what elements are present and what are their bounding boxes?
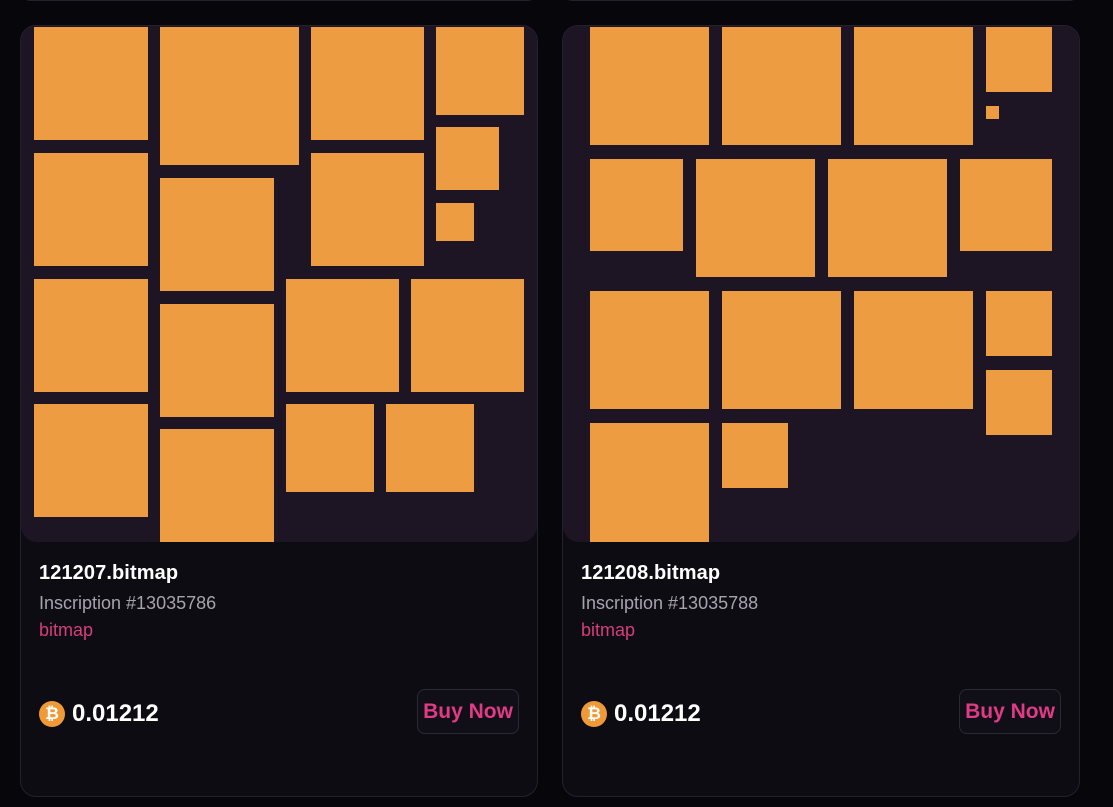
item-name[interactable]: 121207.bitmap xyxy=(39,562,178,585)
bitmap-block xyxy=(311,153,424,266)
listing-card[interactable]: 121208.bitmap Inscription #13035788 bitm… xyxy=(562,25,1080,797)
bitmap-block xyxy=(590,291,709,409)
inscription-number: Inscription #13035788 xyxy=(581,593,759,613)
bitmap-block xyxy=(34,404,148,517)
bitmap-block xyxy=(160,178,274,291)
bitmap-block-visualization xyxy=(34,27,524,542)
collection-link[interactable]: bitmap xyxy=(581,620,635,641)
bitmap-block xyxy=(286,279,399,392)
bitmap-block xyxy=(590,27,709,145)
bitmap-block xyxy=(986,370,1052,435)
bitmap-block xyxy=(160,429,274,542)
bitmap-block xyxy=(411,279,524,392)
bitmap-block xyxy=(386,404,474,492)
bitmap-block xyxy=(160,27,299,165)
bitcoin-icon: ₿ xyxy=(39,701,65,727)
price-value: 0.01212 xyxy=(614,700,701,727)
bitmap-block xyxy=(160,304,274,417)
marketplace-grid: 121207.bitmap Inscription #13035786 bitm… xyxy=(0,0,1113,807)
inscription-number: Inscription #13035786 xyxy=(39,593,217,613)
bitmap-block xyxy=(696,159,815,277)
buy-now-button[interactable]: Buy Now xyxy=(417,689,519,734)
bitmap-block xyxy=(590,159,683,251)
bitmap-block xyxy=(722,423,788,488)
buy-now-button[interactable]: Buy Now xyxy=(959,689,1061,734)
item-name[interactable]: 121208.bitmap xyxy=(581,562,720,585)
bitmap-block xyxy=(34,27,148,140)
bitmap-block xyxy=(436,127,499,190)
bitmap-artwork[interactable] xyxy=(21,26,537,542)
price-row: ₿ 0.01212 xyxy=(39,700,159,728)
bitmap-block xyxy=(436,203,474,241)
bitmap-artwork[interactable] xyxy=(563,26,1079,542)
bitmap-block xyxy=(722,291,841,409)
bitmap-block xyxy=(722,27,841,145)
bitmap-block xyxy=(34,279,148,392)
bitmap-block xyxy=(311,27,424,140)
bitmap-block xyxy=(986,27,1052,92)
bitmap-block xyxy=(590,423,709,542)
price-row: ₿ 0.01212 xyxy=(581,700,701,728)
previous-card-edge xyxy=(562,0,1080,1)
bitmap-block xyxy=(34,153,148,266)
bitmap-block xyxy=(960,159,1052,251)
bitmap-block xyxy=(828,159,947,277)
price-value: 0.01212 xyxy=(72,700,159,727)
collection-link[interactable]: bitmap xyxy=(39,620,93,641)
listing-card[interactable]: 121207.bitmap Inscription #13035786 bitm… xyxy=(20,25,538,797)
bitmap-block xyxy=(854,27,973,145)
bitmap-block-visualization xyxy=(590,27,1052,542)
bitmap-block xyxy=(986,291,1052,356)
bitmap-block xyxy=(436,27,524,115)
bitmap-block xyxy=(986,106,999,119)
previous-card-edge xyxy=(20,0,538,1)
bitmap-block xyxy=(286,404,374,492)
bitmap-block xyxy=(854,291,973,409)
bitcoin-icon: ₿ xyxy=(581,701,607,727)
